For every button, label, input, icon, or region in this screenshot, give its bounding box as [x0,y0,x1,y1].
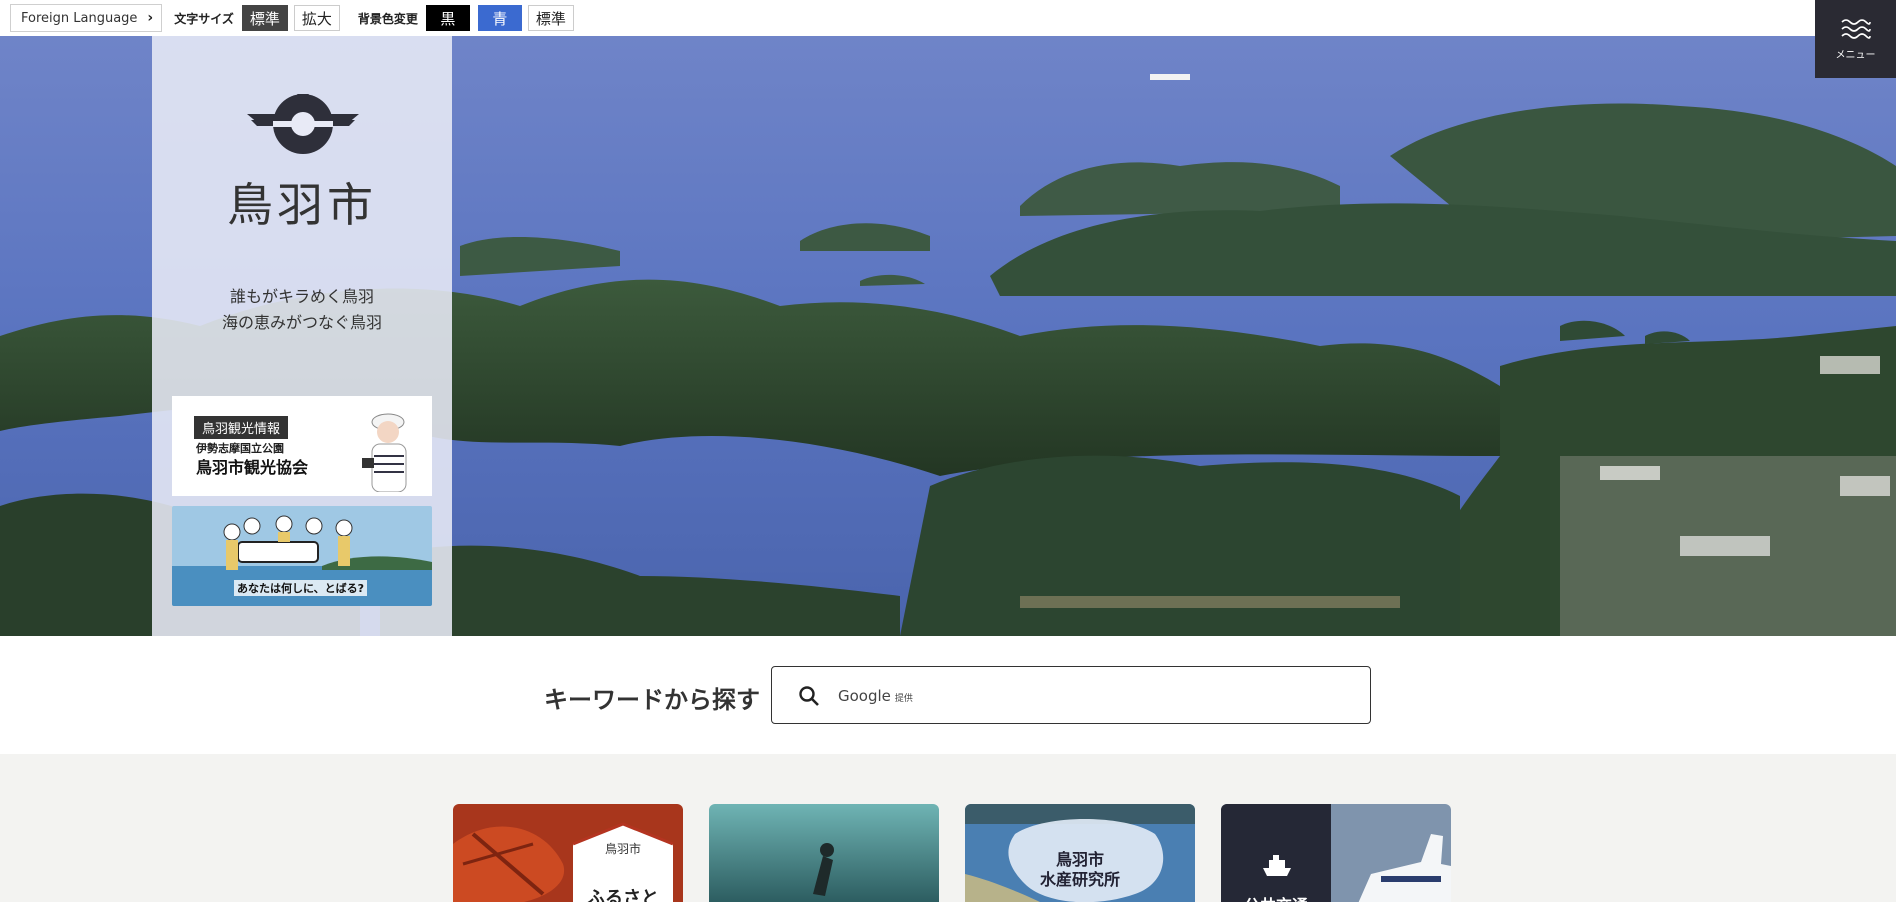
city-name-logo[interactable]: 鳥羽市 [152,169,452,235]
accessibility-bar: Foreign Language › 文字サイズ 標準 拡大 背景色変更 黒 青… [0,0,1896,36]
keyword-search-section: キーワードから探す Google 提供 [0,636,1896,754]
tobaru-caption: あなたは何しに、とばる? [234,580,368,596]
city-tagline: 誰もがキラめく鳥羽 海の恵みがつなぐ鳥羽 [152,284,452,336]
tourism-main: 鳥羽市観光協会 [196,458,309,477]
furusato-big-label: ふるさと [587,888,659,902]
city-emblem-icon [247,94,359,154]
tourism-tag: 鳥羽観光情報 [194,416,289,439]
menu-label: メニュー [1835,49,1876,61]
ferry-image [1221,804,1451,902]
tobaru-banner[interactable]: あなたは何しに、とばる? [172,506,432,606]
bg-black-button[interactable]: 黒 [425,5,470,31]
bg-standard-button[interactable]: 標準 [527,5,574,31]
bg-blue-button[interactable]: 青 [477,5,522,31]
fishery-line2: 水産研究所 [1039,870,1120,889]
font-size-large-button[interactable]: 拡大 [293,5,340,31]
foreign-language-button[interactable]: Foreign Language › [10,4,163,32]
search-input[interactable] [838,681,1338,711]
font-size-label: 文字サイズ [174,11,234,26]
font-size-group: 文字サイズ 標準 拡大 [174,5,346,31]
bg-color-group: 背景色変更 黒 青 標準 [358,5,580,31]
font-size-standard-button[interactable]: 標準 [241,5,288,31]
tourism-association-banner[interactable]: 鳥羽観光情報 伊勢志摩国立公園 鳥羽市観光協会 [172,396,432,496]
bg-color-label: 背景色変更 [357,11,418,26]
guide-person-illustration [362,413,407,492]
feature-cards-section: 鳥羽市 ふるさと 鳥羽市 水産研究所 [0,754,1896,902]
diver-underwater-image [709,804,939,902]
foreign-language-label: Foreign Language [21,10,138,26]
public-transit-card[interactable]: 公共交通 [1221,804,1451,902]
search-box[interactable]: Google 提供 [771,666,1371,724]
furusato-card[interactable]: 鳥羽市 ふるさと [453,804,683,902]
brand-panel: 鳥羽市 誰もがキラめく鳥羽 海の恵みがつなぐ鳥羽 鳥羽観光情報 伊勢志摩国立公園… [152,36,452,636]
chevron-right-icon: › [147,10,154,26]
waves-menu-icon [1840,18,1871,39]
tagline-line2: 海の恵みがつなぐ鳥羽 [221,313,382,332]
furusato-small-label: 鳥羽市 [604,842,641,856]
diving-card[interactable] [709,804,939,902]
menu-button[interactable]: メニュー [1815,0,1896,78]
ferry-icon [1263,855,1291,876]
tagline-line1: 誰もがキラめく鳥羽 [229,287,374,306]
search-icon [799,686,819,706]
transit-label: 公共交通 [1221,892,1331,902]
search-heading: キーワードから探す [544,686,760,714]
fishery-research-card[interactable]: 鳥羽市 水産研究所 [965,804,1195,902]
